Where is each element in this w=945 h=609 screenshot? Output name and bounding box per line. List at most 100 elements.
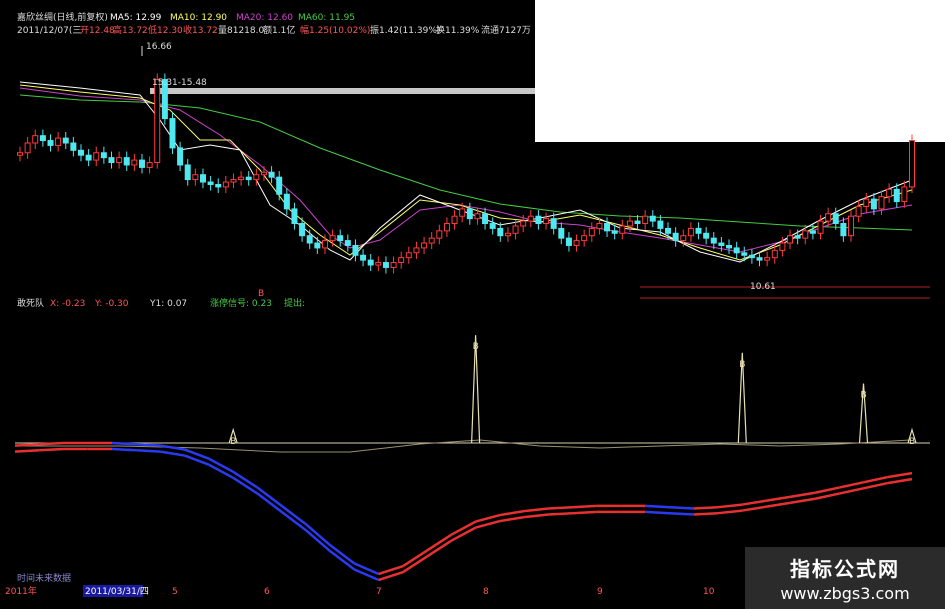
candle-body bbox=[870, 198, 877, 210]
left-panel-bg bbox=[0, 0, 535, 292]
header-turnover: 换11.39% bbox=[436, 24, 480, 36]
candle-body bbox=[771, 249, 778, 259]
candle-body bbox=[276, 176, 283, 195]
candle-body bbox=[573, 240, 580, 246]
indicator-hint: 提出: bbox=[284, 297, 305, 309]
signal-label: B bbox=[473, 342, 479, 352]
candle-body bbox=[215, 183, 222, 188]
indicator-ribbon-segment bbox=[548, 511, 573, 516]
candle-body bbox=[138, 159, 145, 168]
candle-body bbox=[741, 252, 748, 256]
footer-caption: 时间未来数据 bbox=[17, 572, 71, 584]
candle-body bbox=[451, 215, 458, 225]
candle-body bbox=[70, 142, 77, 151]
candle-body bbox=[840, 223, 847, 237]
indicator-ribbon-segment bbox=[693, 511, 719, 516]
candle-body bbox=[756, 257, 763, 261]
candle-body bbox=[62, 137, 69, 144]
watermark-box: 指标公式网 www.zbgs3.com bbox=[745, 547, 945, 609]
indicator-ribbon-segment bbox=[693, 505, 719, 510]
header-low: 低12.30 bbox=[148, 24, 183, 36]
candle-body bbox=[550, 218, 557, 229]
candle-body bbox=[337, 235, 344, 242]
header-stock: 嘉欣丝绸(日线,前复权) bbox=[17, 11, 108, 23]
indicator-ribbon-segment bbox=[136, 443, 161, 447]
candle-body bbox=[329, 235, 336, 242]
indicator-name: 敢死队 bbox=[17, 297, 44, 309]
candle-body bbox=[474, 213, 481, 220]
month-5: 5 bbox=[172, 587, 178, 597]
candle-body bbox=[24, 142, 31, 154]
indicator-ribbon-segment bbox=[669, 511, 694, 516]
candle-body bbox=[863, 198, 870, 207]
candle-body bbox=[398, 257, 405, 264]
candle-body bbox=[116, 157, 123, 164]
candle-body bbox=[146, 162, 153, 168]
candle-body bbox=[909, 140, 915, 188]
indicator-x: X: -0.23 bbox=[50, 299, 85, 309]
candle-body bbox=[405, 252, 412, 259]
candle-body bbox=[748, 254, 755, 259]
signal-label: B bbox=[230, 437, 236, 447]
candle-body bbox=[367, 259, 374, 266]
candle-body bbox=[428, 237, 435, 244]
indicator-ribbon-segment bbox=[136, 449, 161, 453]
candle-body bbox=[108, 157, 115, 164]
high-price-label: 16.66 bbox=[146, 42, 172, 52]
candle-body bbox=[855, 205, 862, 217]
candle-body bbox=[718, 242, 725, 246]
candle-body bbox=[436, 230, 443, 239]
chart-stage: 嘉欣丝绸(日线,前复权) MA5: 12.99 MA10: 12.90 MA20… bbox=[0, 0, 945, 609]
candle-body bbox=[497, 227, 504, 237]
header-ma20: MA20: 12.60 bbox=[236, 13, 293, 23]
indicator-ribbon-segment bbox=[645, 504, 670, 509]
indicator-ribbon-segment bbox=[645, 510, 670, 515]
price-band bbox=[150, 88, 535, 94]
candle-body bbox=[626, 220, 633, 227]
candle-body bbox=[459, 208, 466, 217]
header-ma5: MA5: 12.99 bbox=[110, 13, 162, 23]
watermark-title: 指标公式网 bbox=[790, 557, 900, 581]
indicator-ribbon-segment bbox=[669, 505, 694, 510]
candle-body bbox=[291, 208, 298, 225]
candle-body bbox=[657, 220, 664, 229]
candle-body bbox=[352, 244, 359, 256]
candle-body bbox=[764, 257, 771, 261]
candle-body bbox=[543, 218, 550, 225]
month-10: 10 bbox=[703, 587, 715, 597]
candle-body bbox=[558, 227, 565, 239]
indicator-ribbon-segment bbox=[548, 505, 573, 510]
candle-body bbox=[245, 176, 252, 181]
candle-body bbox=[100, 152, 107, 159]
header-float: 流通7127万 bbox=[481, 24, 531, 36]
candle-body bbox=[802, 230, 809, 239]
candle-body bbox=[504, 232, 511, 237]
header-ma60: MA60: 11.95 bbox=[298, 13, 355, 23]
candle-body bbox=[672, 232, 679, 242]
indicator-ribbon-segment bbox=[111, 447, 137, 452]
candle-body bbox=[886, 188, 893, 198]
candle-body bbox=[604, 223, 611, 232]
candle-body bbox=[131, 159, 138, 166]
candle-body bbox=[238, 176, 245, 181]
header-high: 高13.72 bbox=[113, 24, 148, 36]
signal-label: B bbox=[909, 437, 915, 447]
low-price-label: 10.61 bbox=[750, 282, 776, 292]
candle-body bbox=[299, 223, 306, 237]
indicator-ribbon-segment bbox=[39, 441, 64, 446]
candle-body bbox=[184, 164, 191, 181]
candle-body bbox=[794, 235, 801, 239]
candle-body bbox=[710, 237, 717, 244]
footer-year: 2011年 bbox=[5, 585, 37, 597]
candle-body bbox=[85, 154, 92, 161]
candle-body bbox=[47, 140, 54, 146]
candle-body bbox=[809, 230, 816, 234]
candle-body bbox=[779, 242, 786, 251]
candle-body bbox=[817, 220, 824, 234]
candle-body bbox=[482, 213, 489, 225]
candle-body bbox=[695, 227, 702, 234]
candle-body bbox=[344, 240, 351, 246]
candle-body bbox=[634, 220, 641, 225]
candle-body bbox=[123, 157, 130, 166]
candle-body bbox=[527, 215, 534, 222]
